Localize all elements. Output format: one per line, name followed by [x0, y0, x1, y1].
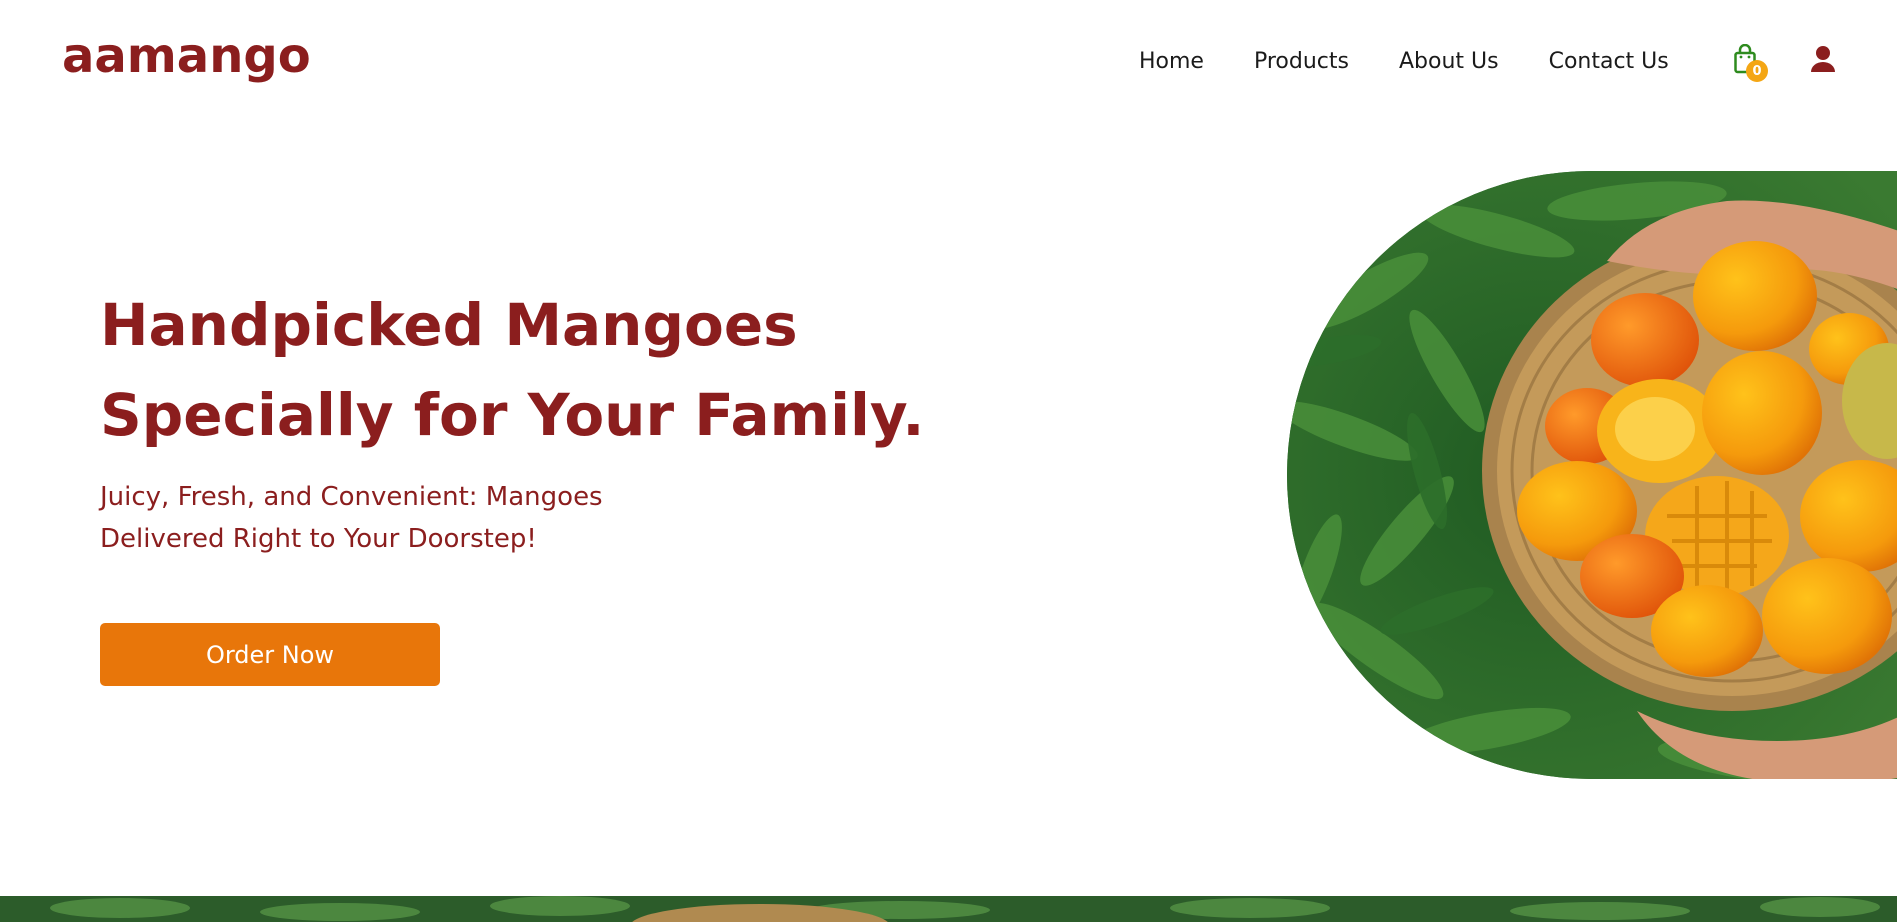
main-nav: Home Products About Us Contact Us	[1139, 48, 1719, 76]
brand-logo[interactable]: aamango	[62, 32, 311, 80]
nav-item-products[interactable]: Products	[1254, 48, 1349, 76]
next-section-banner	[0, 896, 1897, 922]
hero-title-line-2: Specially for Your Family.	[100, 381, 925, 449]
order-now-button[interactable]: Order Now	[100, 623, 440, 686]
cart-button[interactable]: 0	[1734, 44, 1768, 82]
site-header: aamango Home Products About Us Contact U…	[0, 0, 1897, 125]
hero-title: Handpicked Mangoes Specially for Your Fa…	[100, 280, 960, 460]
page: aamango Home Products About Us Contact U…	[0, 0, 1897, 922]
hero-subtitle: Juicy, Fresh, and Convenient: Mangoes De…	[100, 476, 720, 560]
cart-count-badge: 0	[1746, 60, 1768, 82]
nav-item-about-us[interactable]: About Us	[1399, 48, 1499, 76]
user-account-button[interactable]	[1810, 45, 1836, 73]
hero-subtitle-line-1: Juicy, Fresh, and Convenient: Mangoes	[100, 482, 603, 512]
mango-basket-image	[1287, 171, 1897, 779]
hero-subtitle-line-2: Delivered Right to Your Doorstep!	[100, 524, 537, 554]
hero-title-line-1: Handpicked Mangoes	[100, 291, 798, 359]
nav-item-home[interactable]: Home	[1139, 48, 1204, 76]
nav-item-contact-us[interactable]: Contact Us	[1549, 48, 1669, 76]
user-icon	[1810, 46, 1836, 77]
